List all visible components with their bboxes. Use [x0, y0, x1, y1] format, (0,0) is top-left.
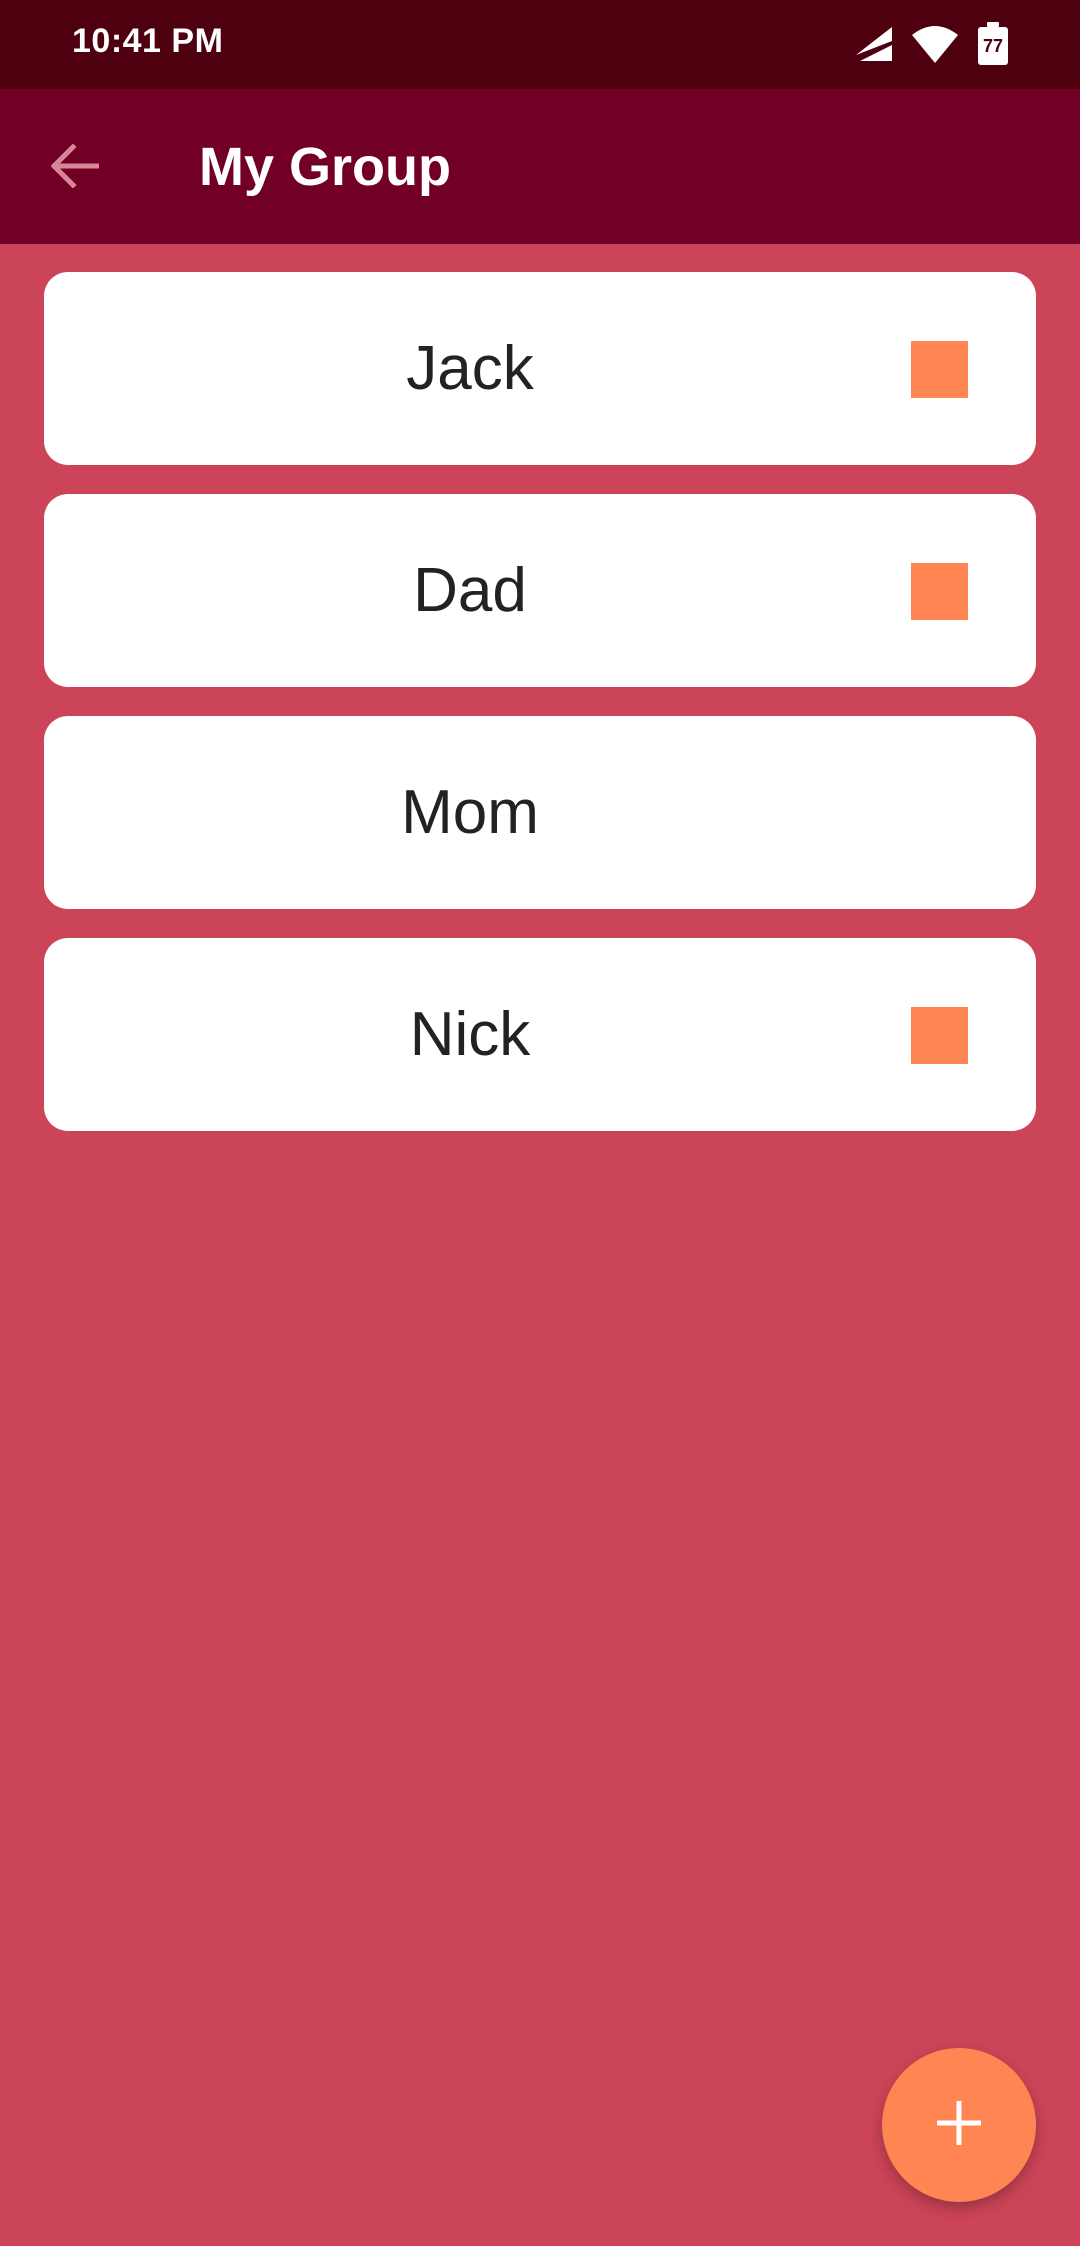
app-bar: My Group [0, 89, 1080, 244]
member-name: Jack [406, 334, 534, 403]
page-title: My Group [199, 137, 451, 197]
back-button[interactable] [40, 133, 110, 203]
status-bar: 10:41 PM 77 [0, 0, 1080, 89]
plus-icon [936, 2100, 982, 2150]
list-item-nick[interactable]: Nick [44, 938, 1036, 1131]
list-item-jack[interactable]: Jack [44, 272, 1036, 465]
status-indicator [911, 341, 968, 398]
status-time: 10:41 PM [72, 22, 224, 60]
list-item-dad[interactable]: Dad [44, 494, 1036, 687]
arrow-back-icon [50, 142, 100, 193]
status-indicator [911, 1007, 968, 1064]
status-icons: 77 [856, 22, 1008, 68]
list-item-mom[interactable]: Mom [44, 716, 1036, 909]
status-indicator [911, 563, 968, 620]
battery-icon: 77 [978, 22, 1008, 65]
member-name: Nick [409, 1000, 531, 1069]
add-member-button[interactable] [882, 2048, 1036, 2202]
signal-icon [856, 26, 892, 66]
member-name: Dad [413, 556, 527, 625]
member-list: Jack Dad Mom Nick [44, 272, 1036, 1160]
wifi-icon [912, 25, 958, 68]
battery-level: 77 [982, 35, 1004, 56]
member-name: Mom [401, 778, 539, 847]
